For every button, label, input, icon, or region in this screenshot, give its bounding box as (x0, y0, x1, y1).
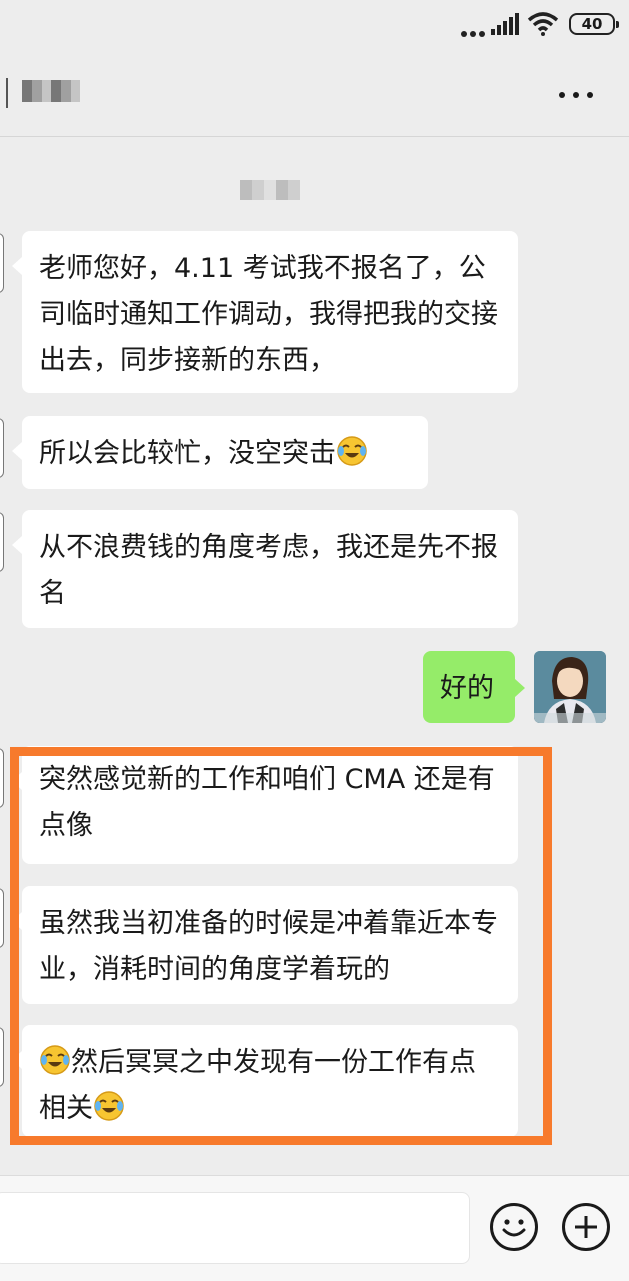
message-text: 从不浪费钱的角度考虑，我还是先不报名 (39, 532, 498, 609)
battery-indicator: 40 (569, 13, 619, 35)
crying-laughing-emoji-icon (40, 1045, 70, 1075)
crying-laughing-emoji-icon (94, 1091, 124, 1121)
smiley-face-icon (502, 1219, 526, 1237)
message-bubble-incoming[interactable]: 然后冥冥之中发现有一份工作有点相关 (12, 1025, 518, 1137)
message-text: 老师您好，4.11 考试我不报名了，公司临时通知工作调动，我得把我的交接出去，同… (39, 253, 498, 376)
more-options-button[interactable] (551, 76, 601, 112)
contact-avatar[interactable] (0, 748, 4, 808)
more-horizontal-icon (559, 92, 565, 98)
contact-avatar[interactable] (0, 418, 4, 478)
contact-avatar[interactable] (0, 1027, 4, 1087)
plus-circle-icon (575, 1216, 597, 1238)
status-bar: 40 (0, 0, 629, 52)
message-text: 所以会比较忙，没空突击 (39, 438, 336, 469)
user-avatar[interactable] (534, 651, 606, 723)
message-text: 虽然我当初准备的时候是冲着靠近本专业，消耗时间的角度学着玩的 (39, 908, 498, 985)
crying-laughing-emoji-icon (337, 436, 367, 466)
timestamp-redacted (240, 180, 300, 200)
contact-avatar[interactable] (0, 233, 4, 293)
message-bubble-incoming[interactable]: 从不浪费钱的角度考虑，我还是先不报名 (12, 510, 518, 628)
message-text: 突然感觉新的工作和咱们 CMA 还是有点像 (39, 764, 495, 841)
message-bubble-outgoing[interactable]: 好的 (423, 651, 525, 723)
network-activity-icon (458, 22, 485, 41)
signal-strength-icon (491, 13, 519, 35)
message-bubble-incoming[interactable]: 所以会比较忙，没空突击 (12, 416, 428, 489)
chat-header (0, 52, 629, 137)
user-avatar-illustration-icon (534, 651, 606, 723)
message-bubble-incoming[interactable]: 老师您好，4.11 考试我不报名了，公司临时通知工作调动，我得把我的交接出去，同… (12, 231, 518, 393)
message-input[interactable] (0, 1192, 470, 1264)
wifi-icon (527, 12, 559, 36)
add-more-button[interactable] (562, 1203, 610, 1251)
contact-avatar[interactable] (0, 888, 4, 948)
message-bubble-incoming[interactable]: 虽然我当初准备的时候是冲着靠近本专业，消耗时间的角度学着玩的 (12, 886, 518, 1004)
contact-avatar[interactable] (0, 512, 4, 572)
chat-title-redacted (22, 80, 80, 102)
back-button[interactable] (0, 78, 8, 108)
chat-input-bar (0, 1175, 629, 1281)
emoji-button[interactable] (490, 1203, 538, 1251)
message-text: 好的 (440, 673, 494, 704)
message-bubble-incoming[interactable]: 突然感觉新的工作和咱们 CMA 还是有点像 (12, 746, 518, 864)
